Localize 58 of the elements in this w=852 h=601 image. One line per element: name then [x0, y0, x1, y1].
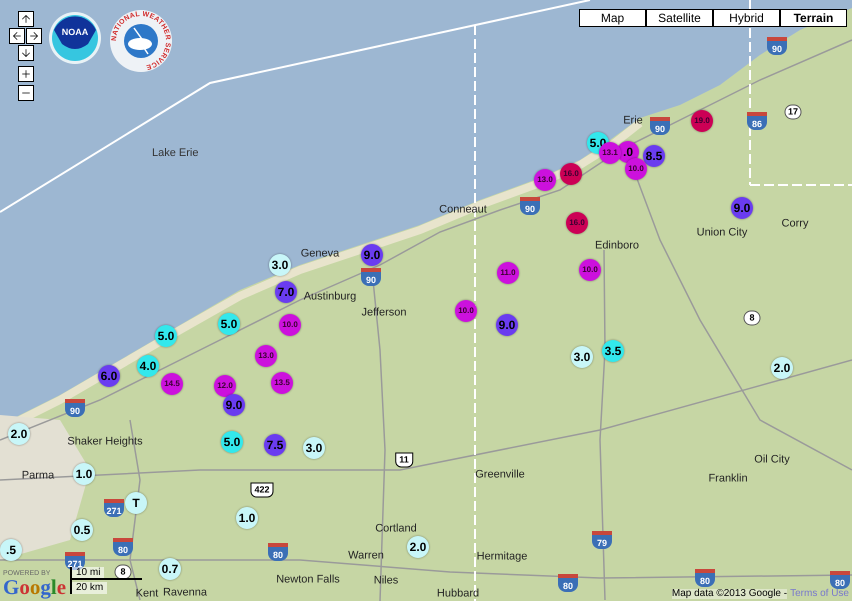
water-label: Lake Erie [152, 146, 198, 161]
route-shield: 422 [250, 482, 274, 498]
place-label: Erie [623, 116, 643, 126]
noaa-logo: NOAA [48, 10, 102, 66]
place-label: Cortland [375, 524, 417, 534]
interstate-shield: 271 [104, 499, 124, 517]
place-label: Geneva [300, 248, 340, 260]
place-label: Conneaut [439, 204, 487, 216]
place-label: Hermitage [476, 552, 528, 562]
terms-link[interactable]: Terms of Use [790, 589, 849, 599]
attribution-text: Map data ©2013 Google - [672, 589, 788, 599]
plus-icon [20, 68, 32, 80]
scale-km-text: 20 km [72, 582, 108, 594]
interstate-shield: 90 [650, 117, 670, 135]
route-shield: 11 [395, 452, 413, 468]
interstate-shield: 79 [592, 531, 612, 549]
place-label: Hubbard [436, 588, 480, 600]
interstate-shield: 80 [695, 569, 715, 587]
place-label: Kent [136, 588, 158, 600]
interstate-shield: 90 [767, 37, 787, 55]
zoom-out-button[interactable] [18, 85, 34, 101]
place-label: Austinburg [304, 292, 356, 302]
interstate-shield: 86 [747, 112, 767, 130]
place-label: Parma [22, 470, 54, 482]
pan-right-button[interactable] [26, 28, 42, 44]
place-label: Franklin [708, 474, 748, 484]
pan-left-button[interactable] [9, 28, 25, 44]
place-label: Newton Falls [276, 574, 340, 586]
map-type-button[interactable]: Satellite [646, 9, 713, 27]
place-label: Greenville [475, 470, 525, 480]
map-type-button[interactable]: Hybrid [713, 9, 780, 27]
interstate-shield: 80 [830, 571, 850, 589]
up-arrow-icon [20, 13, 32, 25]
zoom-in-button[interactable] [18, 66, 34, 82]
map-type-button[interactable]: Map [579, 9, 646, 27]
pan-up-button[interactable] [18, 11, 34, 27]
down-arrow-icon [20, 47, 32, 59]
left-arrow-icon [11, 30, 23, 42]
interstate-shield: 80 [113, 538, 133, 556]
place-label: Warren [348, 550, 384, 562]
map-type-button[interactable]: Terrain [780, 9, 847, 27]
scale-miles-text: 10 mi [72, 567, 104, 578]
place-label: Union City [696, 228, 748, 238]
place-label: Corry [782, 218, 808, 230]
place-label: Ravenna [162, 588, 208, 598]
interstate-shield: 80 [558, 574, 578, 592]
interstate-shield: 90 [520, 197, 540, 215]
place-label: Oil City [754, 454, 790, 466]
pan-down-button[interactable] [18, 45, 34, 61]
place-label: Edinboro [594, 240, 640, 252]
interstate-shield: 90 [361, 268, 381, 286]
interstate-shield: 90 [65, 399, 85, 417]
interstate-shield: 80 [268, 543, 288, 561]
place-label: Jefferson [361, 308, 407, 318]
google-logo: Google [3, 577, 66, 598]
right-arrow-icon [28, 30, 40, 42]
place-label: Niles [374, 576, 398, 586]
place-label: Shaker Heights [67, 436, 143, 448]
